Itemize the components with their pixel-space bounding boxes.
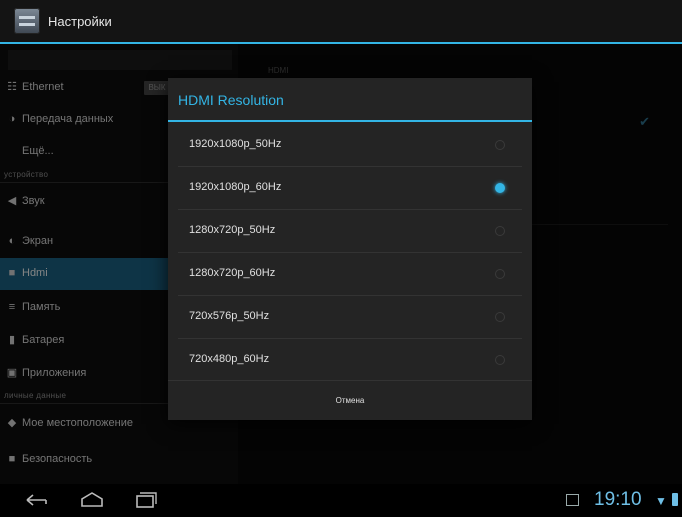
resolution-option-1920x1080p50[interactable]: 1920x1080p_50Hz: [168, 123, 532, 166]
dialog-title-divider: [168, 120, 532, 122]
resolution-option-1920x1080p60[interactable]: 1920x1080p_60Hz: [168, 166, 532, 209]
battery-status-icon: [672, 493, 678, 506]
settings-icon[interactable]: [14, 8, 40, 34]
resolution-option-1280x720p60[interactable]: 1280x720p_60Hz: [168, 252, 532, 295]
wifi-icon: ▼: [655, 494, 667, 508]
status-time: 19:10: [594, 489, 642, 510]
option-label: 1280x720p_60Hz: [189, 267, 276, 279]
resolution-option-1280x720p50[interactable]: 1280x720p_50Hz: [168, 209, 532, 252]
action-bar: Настройки: [0, 0, 682, 44]
option-label: 1280x720p_50Hz: [189, 224, 276, 236]
radio-button[interactable]: [495, 355, 505, 365]
resolution-option-720x576p50[interactable]: 720x576p_50Hz: [168, 295, 532, 338]
radio-button[interactable]: [495, 312, 505, 322]
home-icon[interactable]: [78, 490, 106, 510]
settings-screen: Настройки ☷ Ethernet ВЫК ◑ Передача данн…: [0, 0, 682, 517]
cancel-button[interactable]: Отмена: [168, 381, 532, 420]
app-title: Настройки: [48, 14, 112, 29]
recent-apps-icon[interactable]: [131, 490, 159, 510]
dialog-title: HDMI Resolution: [178, 92, 284, 108]
radio-button[interactable]: [495, 269, 505, 279]
radio-button-selected[interactable]: [495, 183, 505, 193]
hdmi-resolution-dialog: HDMI Resolution 1920x1080p_50Hz 1920x108…: [168, 78, 532, 420]
option-label: 1920x1080p_60Hz: [189, 181, 282, 193]
option-label: 720x480p_60Hz: [189, 353, 270, 365]
dialog-footer: Отмена: [168, 380, 532, 420]
back-icon[interactable]: [24, 490, 52, 510]
radio-button[interactable]: [495, 226, 505, 236]
option-label: 720x576p_50Hz: [189, 310, 270, 322]
option-label: 1920x1080p_50Hz: [189, 138, 282, 150]
system-navigation-bar: 19:10 ▼: [0, 484, 682, 517]
resolution-option-720x480p60[interactable]: 720x480p_60Hz: [168, 338, 532, 381]
radio-button[interactable]: [495, 140, 505, 150]
screenshot-icon: [566, 494, 579, 506]
